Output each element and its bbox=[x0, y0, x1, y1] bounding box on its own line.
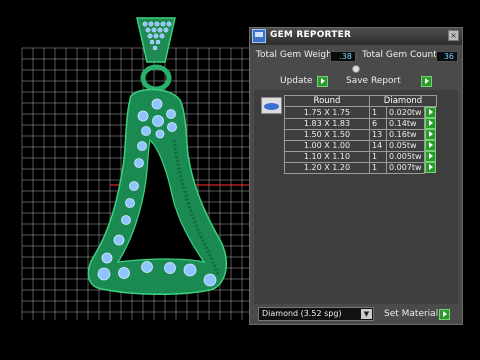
row-go-icon[interactable] bbox=[425, 129, 437, 140]
gem-type-value: Diamond (3.52 spg) bbox=[262, 309, 342, 318]
row-go-cell bbox=[425, 107, 437, 118]
gem-preview-icon bbox=[261, 97, 282, 114]
gem-weight-cell: 0.007tw bbox=[385, 161, 426, 174]
gem-weight-cell: 0.16tw bbox=[385, 128, 426, 141]
row-go-icon[interactable] bbox=[425, 162, 437, 173]
row-go-cell bbox=[425, 140, 437, 151]
table-row[interactable]: 1.83 X 1.83 6 0.14tw bbox=[284, 117, 437, 130]
row-go-icon[interactable] bbox=[425, 151, 437, 162]
gem-weight-cell: 0.14tw bbox=[385, 117, 426, 130]
gem-count-cell: 13 bbox=[369, 128, 387, 141]
set-material-button[interactable]: Set Material bbox=[384, 308, 438, 320]
total-gem-count-value: 36 bbox=[436, 51, 458, 62]
gem-size-cell: 1.00 X 1.00 bbox=[284, 139, 370, 152]
gem-reporter-panel: GEM REPORTER × Total Gem Weight .38 Tota… bbox=[249, 27, 463, 325]
table-row[interactable]: 1.10 X 1.10 1 0.005tw bbox=[284, 150, 437, 163]
update-go-icon[interactable] bbox=[317, 76, 328, 87]
table-row[interactable]: 1.50 X 1.50 13 0.16tw bbox=[284, 128, 437, 141]
header-material: Diamond bbox=[369, 95, 437, 107]
panel-title: GEM REPORTER bbox=[270, 30, 352, 40]
gem-table: Round Diamond 1.75 X 1.75 1 0.020tw 1.83 X … bbox=[284, 95, 437, 174]
gem-type-select[interactable]: Diamond (3.52 spg) ▼ bbox=[258, 307, 374, 321]
total-gem-count-label: Total Gem Count bbox=[362, 50, 437, 60]
gem-count-cell: 6 bbox=[369, 117, 387, 130]
panel-titlebar[interactable]: GEM REPORTER × bbox=[250, 28, 462, 45]
gem-size-cell: 1.10 X 1.10 bbox=[284, 150, 370, 163]
gem-reporter-app-icon bbox=[252, 29, 266, 43]
total-gem-weight-value: .38 bbox=[330, 51, 356, 62]
gem-count-cell: 1 bbox=[369, 106, 387, 119]
close-icon[interactable]: × bbox=[448, 30, 459, 41]
gem-table-area: Round Diamond 1.75 X 1.75 1 0.020tw 1.83 X … bbox=[254, 90, 458, 304]
gem-weight-cell: 0.005tw bbox=[385, 150, 426, 163]
gem-size-cell: 1.50 X 1.50 bbox=[284, 128, 370, 141]
row-go-cell bbox=[425, 118, 437, 129]
set-material-go-icon[interactable] bbox=[439, 309, 450, 320]
gem-weight-cell: 0.05tw bbox=[385, 139, 426, 152]
set-material-label: Set Material bbox=[384, 309, 439, 319]
gem-count-cell: 1 bbox=[369, 150, 387, 163]
gem-count-cell: 1 bbox=[369, 161, 387, 174]
row-go-icon[interactable] bbox=[425, 107, 437, 118]
save-report-label: Save Report bbox=[346, 76, 401, 86]
table-header-row: Round Diamond bbox=[284, 95, 437, 107]
update-label: Update bbox=[280, 76, 313, 86]
row-go-icon[interactable] bbox=[425, 118, 437, 129]
gem-size-cell: 1.75 X 1.75 bbox=[284, 106, 370, 119]
collapse-icon[interactable] bbox=[352, 65, 360, 73]
row-go-cell bbox=[425, 151, 437, 162]
save-report-button[interactable]: Save Report bbox=[346, 75, 401, 87]
gem-size-cell: 1.83 X 1.83 bbox=[284, 117, 370, 130]
table-row[interactable]: 1.20 X 1.20 1 0.007tw bbox=[284, 161, 437, 174]
total-gem-weight-label: Total Gem Weight bbox=[256, 50, 336, 60]
gem-size-cell: 1.20 X 1.20 bbox=[284, 161, 370, 174]
row-go-cell bbox=[425, 162, 437, 173]
update-button[interactable]: Update bbox=[280, 75, 313, 87]
row-go-icon[interactable] bbox=[425, 140, 437, 151]
chevron-down-icon[interactable]: ▼ bbox=[361, 309, 372, 319]
table-row[interactable]: 1.75 X 1.75 1 0.020tw bbox=[284, 106, 437, 119]
header-shape: Round bbox=[284, 95, 370, 107]
table-row[interactable]: 1.00 X 1.00 14 0.05tw bbox=[284, 139, 437, 152]
row-go-cell bbox=[425, 129, 437, 140]
save-report-go-icon[interactable] bbox=[421, 76, 432, 87]
gem-weight-cell: 0.020tw bbox=[385, 106, 426, 119]
gem-count-cell: 14 bbox=[369, 139, 387, 152]
